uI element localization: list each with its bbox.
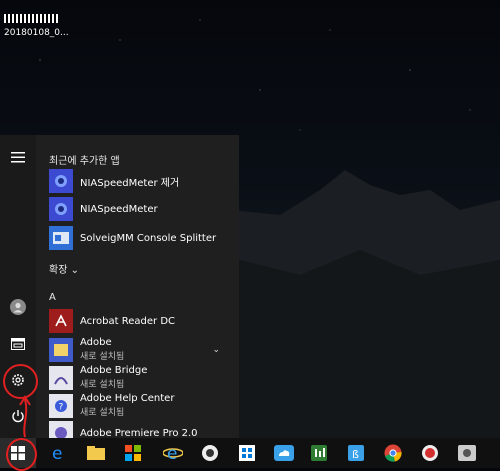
recent-apps-heading: 최근에 추가한 앱: [49, 156, 120, 167]
filmstrip-thumbnail: [4, 14, 59, 23]
record-icon: [422, 445, 438, 461]
settings-highlight-circle: [3, 364, 38, 399]
app-button[interactable]: [192, 438, 228, 468]
section-header-a[interactable]: A: [49, 292, 56, 303]
store-button[interactable]: [115, 438, 151, 468]
niaspeedmeter-icon: [49, 197, 73, 221]
adobe-help-icon: ?: [49, 393, 73, 418]
acrobat-icon: [49, 309, 73, 333]
app-adobe-folder[interactable]: Adobe 새로 설치됨 ⌄: [49, 337, 234, 362]
spreadsheet-button[interactable]: [301, 438, 337, 468]
file-explorer-icon: [87, 446, 105, 460]
cloud-icon: [274, 445, 294, 461]
svg-text:ß: ß: [352, 448, 359, 461]
camera-app-icon: [458, 445, 476, 461]
svg-text:e: e: [167, 444, 177, 463]
folder-icon: [49, 337, 73, 362]
notes-button[interactable]: ß: [338, 438, 374, 468]
record-button[interactable]: [412, 438, 448, 468]
taskbar: e e ß: [0, 438, 500, 468]
svg-text:e: e: [52, 444, 62, 462]
notes-icon: ß: [348, 445, 364, 461]
new-install-badge: 새로 설치됨: [80, 380, 125, 390]
pictures-icon: [11, 338, 25, 350]
windows-app-button[interactable]: [229, 438, 265, 468]
ie-icon: e: [163, 444, 183, 463]
edge-icon: e: [52, 444, 62, 462]
app-adobe-bridge[interactable]: Adobe Bridge 새로 설치됨: [49, 365, 234, 390]
chevron-down-icon: ⌄: [212, 344, 220, 355]
solveigmm-icon: [49, 226, 73, 250]
start-button-highlight-circle: [6, 438, 37, 471]
user-icon: [10, 299, 26, 315]
svg-text:?: ?: [59, 402, 64, 412]
niaspeedmeter-uninstall-icon: [49, 169, 73, 193]
new-install-badge: 새로 설치됨: [80, 352, 125, 362]
recent-app-solveigmm[interactable]: SolveigMM Console Splitter: [49, 226, 234, 250]
recent-app-niaspeedmeter[interactable]: NIASpeedMeter: [49, 197, 234, 221]
app-icon: [202, 445, 218, 461]
edge-button[interactable]: e: [41, 438, 77, 468]
desktop-file-label: 20180108_0...: [4, 28, 69, 38]
start-menu: 최근에 추가한 앱 NIASpeedMeter 제거 NIASpeedMeter…: [0, 135, 239, 445]
pictures-button[interactable]: [0, 329, 36, 359]
app-acrobat-reader[interactable]: Acrobat Reader DC: [49, 309, 234, 333]
red-annotation-arrow: [19, 395, 31, 438]
expand-menu-button[interactable]: [0, 142, 36, 172]
file-explorer-button[interactable]: [78, 438, 114, 468]
app-adobe-help-center[interactable]: ? Adobe Help Center 새로 설치됨: [49, 393, 234, 418]
spreadsheet-icon: [311, 445, 327, 461]
chrome-icon: [384, 444, 402, 462]
user-account-button[interactable]: [0, 292, 36, 322]
chevron-down-icon: ⌄: [70, 265, 79, 276]
expand-toggle[interactable]: 확장 ⌄: [49, 261, 79, 276]
internet-explorer-button[interactable]: e: [155, 438, 191, 468]
recent-app-niaspeedmeter-uninstall[interactable]: NIASpeedMeter 제거: [49, 169, 234, 193]
adobe-bridge-icon: [49, 365, 73, 390]
desktop-video-file[interactable]: 20180108_0...: [4, 14, 74, 38]
windows-logo-icon: [239, 445, 255, 461]
store-icon: [125, 445, 141, 461]
camera-app-button[interactable]: [449, 438, 485, 468]
chrome-button[interactable]: [375, 438, 411, 468]
new-install-badge: 새로 설치됨: [80, 408, 125, 418]
cloud-button[interactable]: [266, 438, 302, 468]
hamburger-icon: [11, 151, 25, 162]
